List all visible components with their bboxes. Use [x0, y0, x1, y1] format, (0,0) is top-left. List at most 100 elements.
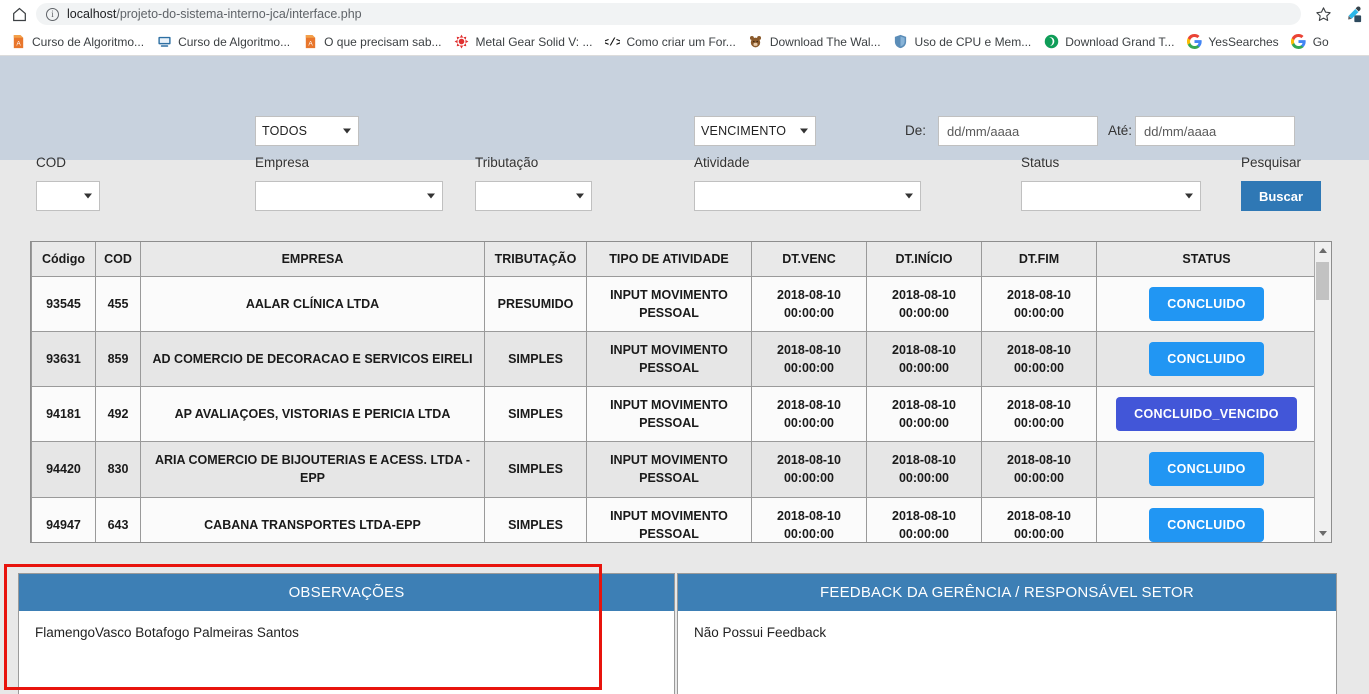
status-badge[interactable]: CONCLUIDO [1149, 507, 1264, 542]
bookmarks-bar: A Curso de Algoritmo... Curso de Algoritmo… [0, 28, 1369, 56]
observacoes-title: OBSERVAÇÕES [19, 574, 674, 611]
chevron-down-icon [84, 193, 92, 199]
cell-codigo: 93545 [31, 275, 96, 332]
url-text: localhost/projeto-do-sistema-interno-jca… [67, 7, 362, 21]
scroll-down-arrow-icon[interactable] [1315, 525, 1331, 542]
cell-dt-inicio: 2018-08-10 00:00:00 [866, 385, 982, 443]
empresa-select[interactable] [255, 181, 443, 211]
bookmark-item[interactable]: Download Grand T... [1037, 32, 1180, 52]
cell-cod: 830 [95, 441, 141, 498]
cell-dt-venc: 2018-08-10 00:00:00 [751, 385, 867, 443]
presentation-icon [156, 34, 172, 50]
cell-empresa: CABANA TRANSPORTES LTDA-EPP [140, 496, 485, 542]
empresa-label: Empresa [255, 155, 310, 170]
scroll-up-arrow-icon[interactable] [1315, 242, 1331, 259]
fox-engine-icon [454, 34, 470, 50]
status-badge[interactable]: CONCLUIDO_VENCIDO [1116, 397, 1297, 432]
table-row[interactable]: 93631 859 AD COMERCIO DE DECORACAO E SERVI… [31, 330, 1314, 388]
cell-codigo: 94420 [31, 441, 96, 498]
table-body: 93545 455 AALAR CLÍNICA LTDA PRESUMIDO INPUT… [31, 275, 1314, 542]
table-row[interactable]: 94947 643 CABANA TRANSPORTES LTDA-EPP SIMPL… [31, 496, 1314, 542]
chevron-down-icon [800, 128, 808, 134]
bookmark-item[interactable]: Metal Gear Solid V: ... [448, 32, 599, 52]
status-badge[interactable]: CONCLUIDO [1149, 286, 1264, 321]
bookmark-item[interactable]: Curso de Algoritmo... [150, 32, 296, 52]
cell-tributacao: SIMPLES [484, 441, 587, 498]
address-bar[interactable]: i localhost/projeto-do-sistema-interno-j… [36, 3, 1301, 25]
cell-dt-inicio: 2018-08-10 00:00:00 [866, 275, 982, 332]
google-g-icon [1291, 34, 1307, 50]
google-g-icon [1186, 34, 1202, 50]
cell-dt-venc: 2018-08-10 00:00:00 [751, 496, 867, 542]
cod-select[interactable] [36, 181, 100, 211]
bookmark-item[interactable]: Uso de CPU e Mem... [887, 32, 1038, 52]
svg-text:A: A [16, 40, 21, 47]
chevron-down-icon [576, 193, 584, 199]
atividade-select[interactable] [694, 181, 921, 211]
table-row[interactable]: 94420 830 ARIA COMERCIO DE BIJOUTERIAS E A… [31, 441, 1314, 498]
bookmark-item[interactable]: Download The Wal... [742, 32, 887, 52]
cell-atividade: INPUT MOVIMENTO PESSOAL [586, 275, 752, 332]
green-circle-icon [1043, 34, 1059, 50]
cell-dt-fim: 2018-08-10 00:00:00 [981, 275, 1097, 332]
buscar-button[interactable]: Buscar [1241, 181, 1321, 211]
cell-dt-inicio: 2018-08-10 00:00:00 [866, 441, 982, 498]
table-header-row: Código COD EMPRESA TRIBUTAÇÃO TIPO DE ATIVID… [31, 242, 1314, 277]
bookmark-label: YesSearches [1208, 34, 1279, 49]
cell-dt-inicio: 2018-08-10 00:00:00 [866, 496, 982, 542]
bookmark-item[interactable]: Go [1285, 32, 1335, 52]
observacoes-text[interactable]: FlamengoVasco Botafogo Palmeiras Santos [19, 611, 674, 694]
page-content: TODOS VENCIMENTO De: dd/mm/aaaa Até: dd/… [0, 56, 1369, 694]
cell-dt-venc: 2018-08-10 00:00:00 [751, 275, 867, 332]
status-badge[interactable]: CONCLUIDO [1149, 341, 1264, 376]
activities-table: Código COD EMPRESA TRIBUTAÇÃO TIPO DE ATIVID… [31, 242, 1314, 542]
tributacao-label: Tributação [475, 155, 539, 170]
de-date-input[interactable]: dd/mm/aaaa [938, 116, 1098, 146]
detail-panels: OBSERVAÇÕES FlamengoVasco Botafogo Palme… [18, 573, 1338, 694]
bookmark-star-icon[interactable] [1313, 4, 1333, 24]
cell-atividade: INPUT MOVIMENTO PESSOAL [586, 330, 752, 388]
de-label: De: [905, 123, 927, 138]
status-select[interactable] [1021, 181, 1201, 211]
cell-atividade: INPUT MOVIMENTO PESSOAL [586, 496, 752, 542]
eyedropper-extension-icon[interactable] [1343, 4, 1363, 24]
home-icon[interactable] [6, 7, 32, 22]
site-info-icon[interactable]: i [46, 7, 59, 21]
cell-tributacao: SIMPLES [484, 330, 587, 388]
cell-empresa: ARIA COMERCIO DE BIJOUTERIAS E ACESS. LT… [140, 441, 485, 498]
bookmark-item[interactable]: A Curso de Algoritmo... [4, 32, 150, 52]
bookmark-label: Como criar um For... [626, 34, 736, 49]
svg-text:A: A [308, 40, 313, 47]
periodo-select[interactable]: VENCIMENTO [694, 116, 816, 146]
scrollbar-thumb[interactable] [1316, 262, 1329, 300]
cell-atividade: INPUT MOVIMENTO PESSOAL [586, 441, 752, 498]
feedback-text[interactable]: Não Possui Feedback [678, 611, 1336, 694]
table-vertical-scrollbar[interactable] [1314, 242, 1331, 542]
cell-codigo: 94947 [31, 496, 96, 542]
table-row[interactable]: 93545 455 AALAR CLÍNICA LTDA PRESUMIDO INPUT… [31, 275, 1314, 332]
ate-label: Até: [1108, 123, 1133, 138]
cell-empresa: AP AVALIAÇOES, VISTORIAS E PERICIA LTDA [140, 385, 485, 443]
bookmark-item[interactable]: </> Como criar um For... [598, 32, 741, 52]
table-row[interactable]: 94181 492 AP AVALIAÇOES, VISTORIAS E PERIC… [31, 385, 1314, 443]
date-type-select[interactable]: TODOS [255, 116, 359, 146]
column-header: STATUS [1096, 242, 1314, 277]
bookmark-item[interactable]: YesSearches [1180, 32, 1284, 52]
bookmark-label: Download Grand T... [1065, 34, 1175, 49]
ate-date-input[interactable]: dd/mm/aaaa [1135, 116, 1295, 146]
status-badge[interactable]: CONCLUIDO [1149, 452, 1264, 487]
tributacao-select[interactable] [475, 181, 592, 211]
column-header: DT.FIM [981, 242, 1097, 277]
column-header: COD [95, 242, 141, 277]
cell-tributacao: SIMPLES [484, 385, 587, 443]
bookmark-item[interactable]: A O que precisam sab... [296, 32, 447, 52]
omnibox-row: i localhost/projeto-do-sistema-interno-j… [0, 0, 1369, 28]
cell-dt-fim: 2018-08-10 00:00:00 [981, 385, 1097, 443]
cell-dt-fim: 2018-08-10 00:00:00 [981, 330, 1097, 388]
cell-dt-fim: 2018-08-10 00:00:00 [981, 496, 1097, 542]
cell-empresa: AALAR CLÍNICA LTDA [140, 275, 485, 332]
bookmark-label: O que precisam sab... [324, 34, 442, 49]
table-head: Código COD EMPRESA TRIBUTAÇÃO TIPO DE ATIVID… [31, 242, 1314, 277]
cell-dt-fim: 2018-08-10 00:00:00 [981, 441, 1097, 498]
pdf-icon: A [302, 34, 318, 50]
